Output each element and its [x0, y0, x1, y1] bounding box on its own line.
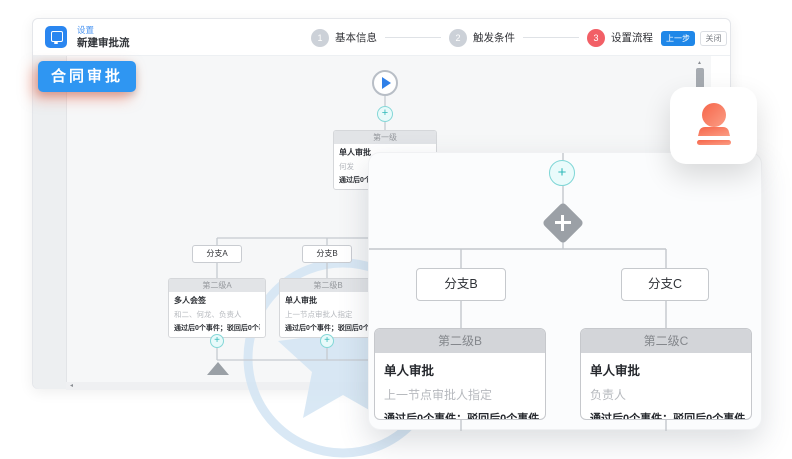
level2a-approval-card[interactable]: 第二级A 多人会签 和二、何龙、负责人 通过后0个事件；驳回后0个事件 — [168, 278, 266, 338]
step-trigger-condition[interactable]: 2 触发条件 — [449, 29, 515, 47]
branch-a-box[interactable]: 分支A — [192, 245, 242, 263]
stamp-icon — [691, 101, 737, 151]
branch-c-box[interactable]: 分支C — [621, 268, 709, 301]
events: 通过后0个事件；驳回后0个事件 — [590, 410, 742, 420]
step-label: 设置流程 — [611, 30, 653, 45]
zoomed-flow-panel: + 分支B 分支C 第二级B 单人审批 上一节点审批人指定 通过后0个事件；驳回… — [368, 152, 762, 430]
step-number: 1 — [311, 29, 329, 47]
card-header: 第二级A — [169, 279, 265, 292]
step-number: 3 — [587, 29, 605, 47]
level2c-approval-card[interactable]: 第二级C 单人审批 负责人 通过后0个事件；驳回后0个事件 — [580, 328, 752, 420]
scroll-left-icon[interactable]: ◂ — [70, 382, 73, 390]
close-button[interactable]: 关闭 — [700, 31, 727, 46]
previous-step-button[interactable]: 上一步 — [661, 31, 695, 46]
wizard-steps: 1 基本信息 2 触发条件 3 设置流程 — [311, 19, 653, 56]
add-node-icon[interactable]: + — [377, 106, 393, 122]
card-header: 第二级B — [280, 279, 376, 292]
assignee: 和二、何龙、负责人 — [174, 309, 260, 320]
approval-type: 单人审批 — [285, 295, 371, 306]
level2b-approval-card[interactable]: 第二级B 单人审批 上一节点审批人指定 通过后0个事件；驳回后0个事件 — [374, 328, 546, 420]
add-node-icon[interactable]: + — [210, 334, 224, 348]
step-set-process[interactable]: 3 设置流程 — [587, 29, 653, 47]
step-basic-info[interactable]: 1 基本信息 — [311, 29, 377, 47]
level2b-approval-card[interactable]: 第二级B 单人审批 上一节点审批人指定 通过后0个事件；驳回后0个事件 — [279, 278, 377, 338]
start-play-icon[interactable] — [372, 70, 398, 96]
approval-type: 单人审批 — [590, 360, 742, 379]
scroll-up-icon[interactable]: ▲ — [697, 60, 702, 66]
step-label: 触发条件 — [473, 30, 515, 45]
diamond-plus-icon — [561, 215, 564, 231]
seal-app-icon — [45, 26, 67, 48]
left-panel-strip — [33, 56, 66, 389]
step-connector — [523, 37, 579, 38]
topbar: 设置 新建审批流 1 基本信息 2 触发条件 3 设置流程 上一步 关闭 — [33, 19, 730, 56]
branch-b-box[interactable]: 分支B — [302, 245, 352, 263]
step-number: 2 — [449, 29, 467, 47]
branch-b-box[interactable]: 分支B — [416, 268, 506, 301]
card-header: 第二级B — [375, 329, 545, 353]
add-node-icon[interactable]: + — [320, 334, 334, 348]
events: 通过后0个事件；驳回后0个事件 — [384, 410, 536, 420]
assignee: 上一节点审批人指定 — [384, 386, 536, 403]
events: 通过后0个事件；驳回后0个事件 — [174, 323, 260, 333]
step-connector — [385, 37, 441, 38]
approval-type: 单人审批 — [384, 360, 536, 379]
add-node-icon[interactable]: + — [549, 160, 575, 186]
events: 通过后0个事件；驳回后0个事件 — [285, 323, 371, 333]
page-title: 新建审批流 — [77, 35, 130, 50]
card-header: 第一级 — [334, 131, 436, 144]
assignee: 上一节点审批人指定 — [285, 309, 371, 320]
flow-name-badge: 合同审批 — [38, 61, 136, 92]
step-label: 基本信息 — [335, 30, 377, 45]
card-header: 第二级C — [581, 329, 751, 353]
stamp-icon-card — [670, 87, 757, 164]
assignee: 负责人 — [590, 386, 742, 403]
approval-type: 多人会签 — [174, 295, 260, 306]
